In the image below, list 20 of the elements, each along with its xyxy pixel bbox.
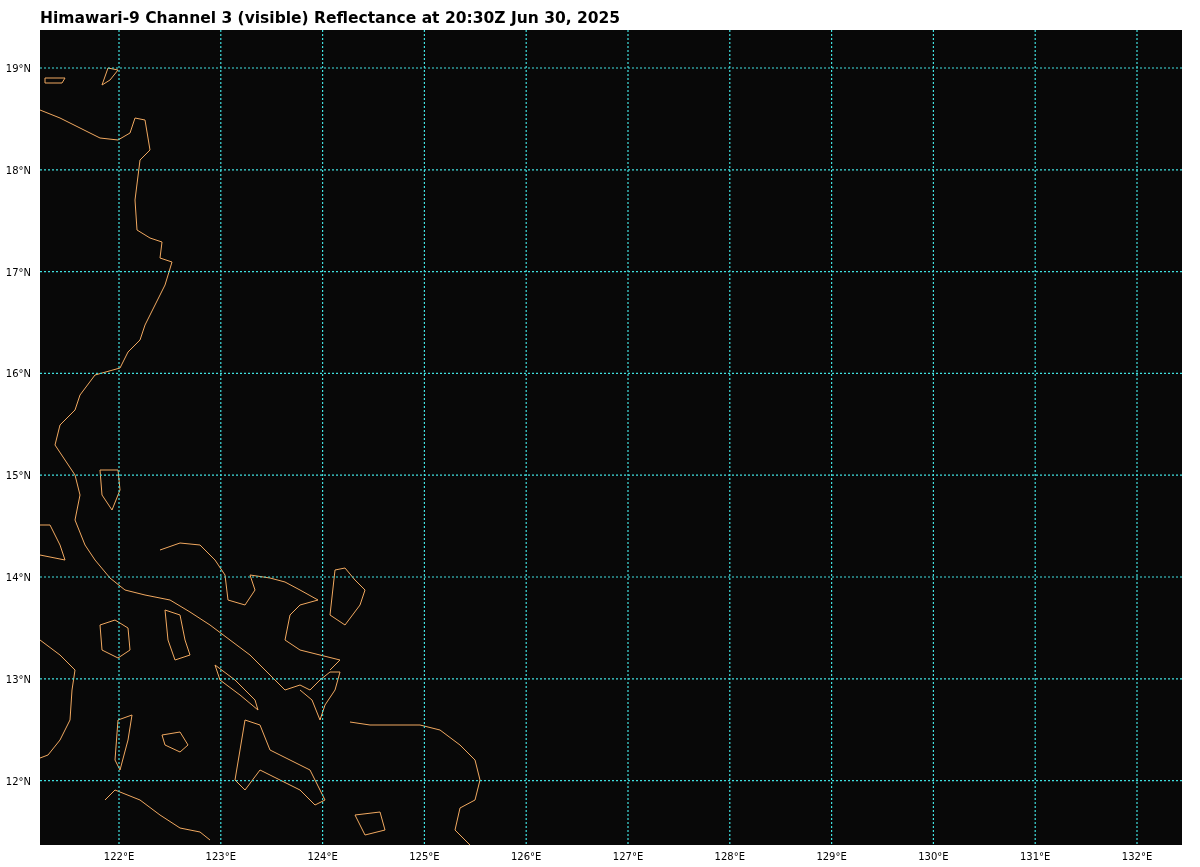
latitude-label: 13°N xyxy=(5,673,31,685)
latitude-label: 17°N xyxy=(5,266,31,278)
latitude-label: 18°N xyxy=(5,164,31,176)
longitude-label: 132°E xyxy=(1121,851,1153,862)
longitude-label: 128°E xyxy=(714,851,745,862)
latitude-label: 12°N xyxy=(5,775,31,787)
longitude-label: 131°E xyxy=(1020,851,1051,862)
latitude-label: 16°N xyxy=(5,367,31,379)
latitude-label: 15°N xyxy=(5,469,31,481)
latitude-label: 19°N xyxy=(5,62,31,74)
longitude-label: 127°E xyxy=(612,851,644,862)
image-title: Himawari-9 Channel 3 (visible) Reflectance at 20:30Z Jun 30, 2025 xyxy=(39,8,622,29)
longitude-label: 123°E xyxy=(205,851,236,862)
longitude-label: 125°E xyxy=(409,851,440,862)
longitude-label: 130°E xyxy=(918,851,949,862)
longitude-label: 126°E xyxy=(511,851,542,862)
longitude-label: 124°E xyxy=(307,851,338,862)
longitude-label: 122°E xyxy=(103,851,135,862)
longitude-label: 129°E xyxy=(816,851,847,862)
latitude-label: 14°N xyxy=(5,571,31,583)
